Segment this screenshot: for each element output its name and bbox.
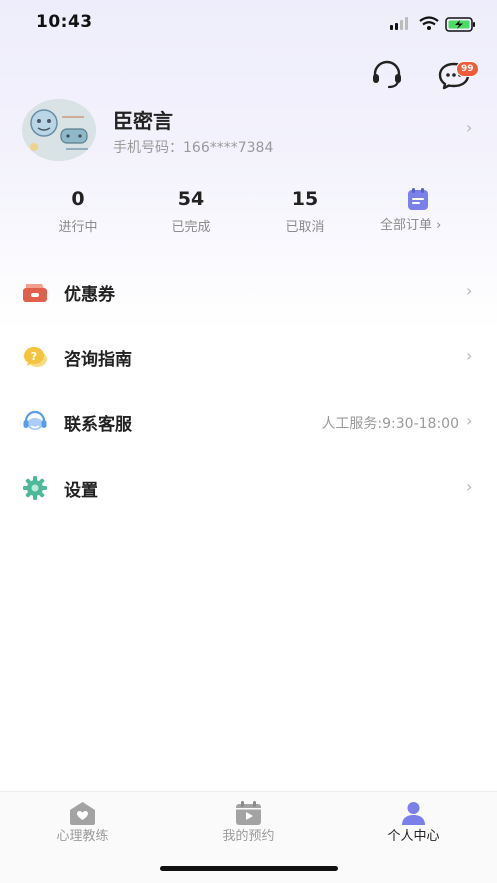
stat-label: 已取消	[285, 220, 325, 235]
stat-value: 0	[71, 188, 85, 210]
stat-completed[interactable]: 54 已完成	[136, 188, 246, 235]
tab-label: 我的预约	[222, 829, 275, 844]
menu-label: 联系客服	[64, 415, 132, 435]
tab-coach[interactable]: 心理教练	[0, 792, 165, 852]
home-indicator	[160, 866, 338, 871]
signal-wifi-battery-icon	[390, 16, 475, 32]
menu-label: 设置	[64, 481, 98, 501]
status-time: 10:43	[36, 12, 93, 32]
user-name: 臣密言	[113, 109, 173, 133]
phone-label: 手机号码：	[113, 140, 183, 156]
message-count-badge: 99	[456, 61, 479, 77]
stat-value: 15	[291, 188, 319, 210]
chevron-right-icon: ›	[466, 477, 473, 496]
chevron-right-icon: ›	[466, 411, 473, 430]
tab-label: 心理教练	[56, 829, 109, 844]
heart-house-icon	[70, 802, 95, 825]
tab-appointments[interactable]: 我的预约	[166, 792, 331, 852]
all-orders-label: 全部订单 ›	[380, 218, 442, 233]
stat-label: 已完成	[171, 220, 211, 235]
tab-label: 个人中心	[387, 829, 440, 844]
stat-in-progress[interactable]: 0 进行中	[23, 188, 133, 235]
tab-profile[interactable]: 个人中心	[331, 792, 496, 852]
coupon-icon	[23, 284, 47, 302]
customer-service-icon	[23, 410, 47, 430]
headset-icon	[373, 60, 401, 89]
menu-item-coupons[interactable]: 优惠券 ›	[0, 259, 497, 324]
menu-item-settings[interactable]: 设置 ›	[0, 455, 497, 520]
calendar-play-icon	[236, 801, 261, 825]
gear-icon	[23, 476, 47, 500]
chevron-right-icon: ›	[466, 281, 473, 300]
menu-label: 优惠券	[64, 285, 115, 305]
phone-number: 手机号码：166****7384	[113, 137, 273, 157]
menu-label: 咨询指南	[64, 350, 132, 370]
menu-item-contact-service[interactable]: 联系客服 人工服务:9:30-18:00 ›	[0, 389, 497, 454]
profile-chevron-icon[interactable]: ›	[466, 118, 472, 137]
clipboard-icon	[408, 188, 428, 210]
stat-cancelled[interactable]: 15 已取消	[250, 188, 360, 235]
status-icons	[388, 15, 480, 33]
question-bubble-icon: ?	[24, 347, 47, 367]
avatar[interactable]	[22, 99, 96, 161]
stat-value: 54	[177, 188, 205, 210]
avatar-image	[22, 99, 96, 161]
support-button[interactable]	[367, 55, 407, 95]
service-hours: 人工服务:9:30-18:00	[321, 416, 459, 432]
svg-text:?: ?	[31, 350, 37, 363]
person-icon	[402, 802, 425, 825]
chevron-right-icon: ›	[466, 346, 473, 365]
menu-item-consult-guide[interactable]: ? 咨询指南 ›	[0, 324, 497, 389]
phone-value: 166****7384	[183, 140, 274, 156]
stat-label: 进行中	[58, 220, 98, 235]
